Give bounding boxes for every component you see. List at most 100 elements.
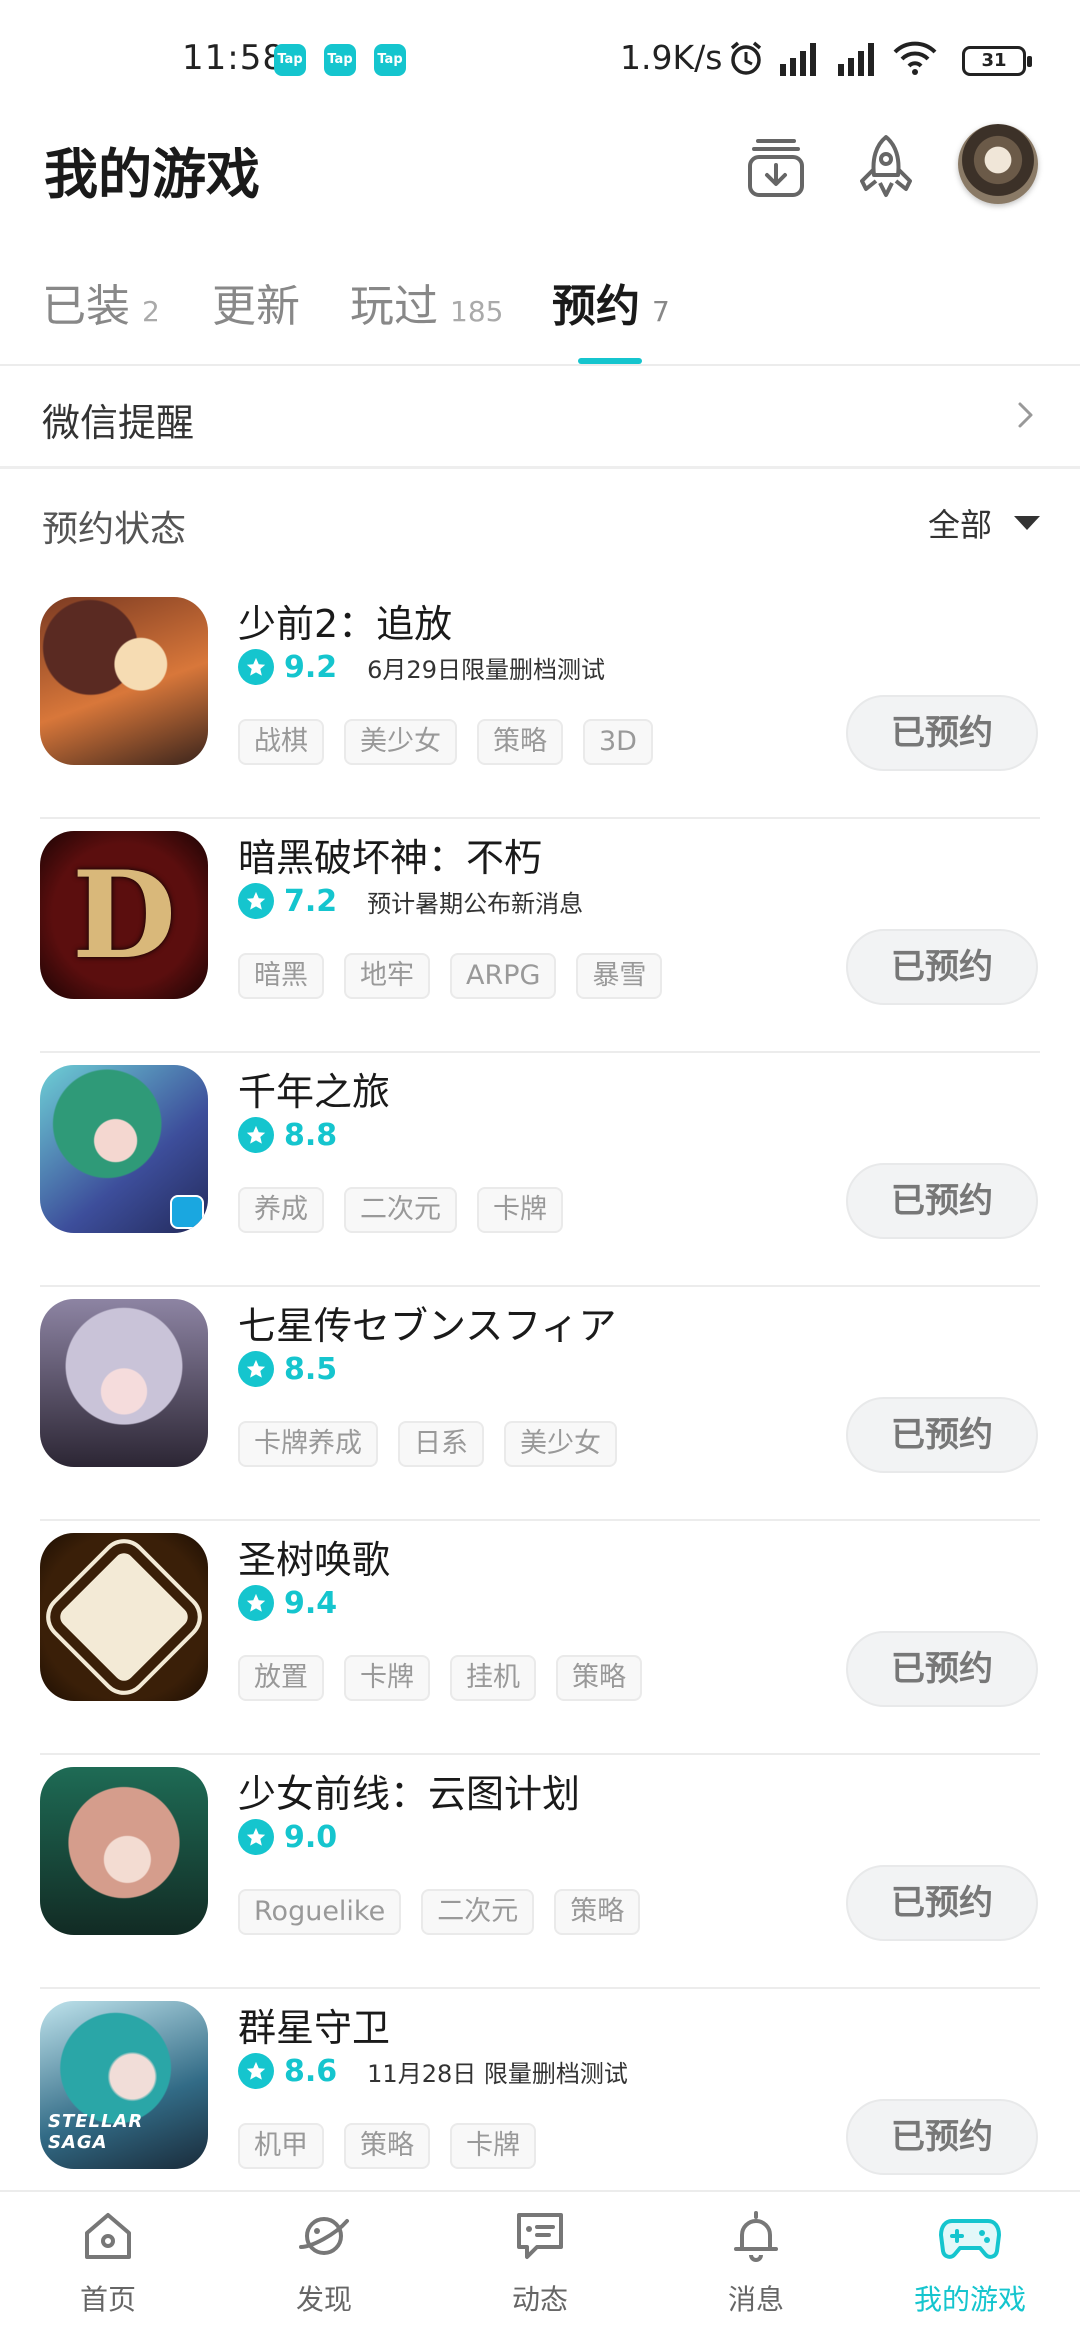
game-list-item[interactable]: 七星传セブンスフィア 8.5 卡牌养成 日系 美少女 已预约 [0,1287,1080,1521]
signal-icon [780,43,816,76]
tab-reserved[interactable]: 预约 7 [552,270,670,334]
game-tags: 卡牌养成 日系 美少女 [238,1421,617,1467]
nav-feed[interactable]: 动态 [480,2204,600,2318]
diablo-logo: D [71,844,177,986]
tag[interactable]: 养成 [238,1187,324,1233]
tag[interactable]: 策略 [556,1655,642,1701]
reserved-button[interactable]: 已预约 [846,2099,1038,2175]
wechat-reminder-row[interactable]: 微信提醒 [0,366,1080,466]
tag[interactable]: 策略 [344,2123,430,2169]
tag[interactable]: 卡牌 [450,2123,536,2169]
game-list-item[interactable]: D 暗黑破坏神：不朽 7.2 预计暑期公布新消息 暗黑 地牢 ARPG 暴雪 已… [0,819,1080,1053]
tag[interactable]: 卡牌 [477,1187,563,1233]
tag[interactable]: 暗黑 [238,953,324,999]
tag[interactable]: 美少女 [344,719,457,765]
tap-notification-icon: Tap [274,44,306,76]
game-list-item[interactable]: 圣树唤歌 9.4 放置 卡牌 挂机 策略 已预约 [0,1521,1080,1755]
reserved-button[interactable]: 已预约 [846,1397,1038,1473]
tag[interactable]: 暴雪 [576,953,663,999]
tab-count: 185 [450,295,504,328]
chat-icon [508,2204,572,2268]
game-name: 群星守卫 [238,2006,391,2050]
game-name: 圣树唤歌 [238,1538,391,1582]
tag[interactable]: 卡牌养成 [238,1421,378,1467]
game-tags: 养成 二次元 卡牌 [238,1187,563,1233]
status-time: 11:58 [182,38,285,78]
wechat-reminder-label: 微信提醒 [42,401,195,445]
reserved-button[interactable]: 已预约 [846,1865,1038,1941]
tab-label: 玩过 [350,281,438,332]
rating-value: 9.0 [284,1819,338,1855]
game-thumbnail[interactable] [40,1533,208,1701]
game-rating: 8.6 11月28日 限量删档测试 [238,2053,628,2089]
game-thumbnail[interactable] [40,597,208,765]
nav-label: 首页 [79,2283,136,2316]
tab-played[interactable]: 玩过 185 [350,270,503,334]
reserved-button[interactable]: 已预约 [846,1631,1038,1707]
reserved-button[interactable]: 已预约 [846,1163,1038,1239]
reserved-button[interactable]: 已预约 [846,929,1038,1005]
game-list-item[interactable]: STELLAR SAGA 群星守卫 8.6 11月28日 限量删档测试 机甲 策… [0,1989,1080,2223]
star-icon [238,1117,274,1153]
tap-notification-icon: Tap [374,44,406,76]
tag[interactable]: 挂机 [450,1655,536,1701]
stellar-saga-logo: STELLAR SAGA [48,2111,144,2153]
reserved-button[interactable]: 已预约 [846,695,1038,771]
tag[interactable]: 美少女 [504,1421,617,1467]
tag[interactable]: Roguelike [238,1889,402,1935]
tag[interactable]: 策略 [554,1889,641,1935]
release-note: 11月28日 限量删档测试 [367,2059,628,2088]
tag[interactable]: 卡牌 [344,1655,430,1701]
game-list-item[interactable]: 少前2：追放 9.2 6月29日限量删档测试 战棋 美少女 策略 3D 已预约 [0,585,1080,819]
reserved-game-list: 少前2：追放 9.2 6月29日限量删档测试 战棋 美少女 策略 3D 已预约 … [0,585,1080,2223]
game-list-item[interactable]: 千年之旅 8.8 养成 二次元 卡牌 已预约 [0,1053,1080,1287]
alarm-icon [730,41,762,75]
game-name: 少女前线：云图计划 [238,1772,581,1816]
game-name: 少前2：追放 [238,602,453,646]
tag[interactable]: 二次元 [344,1187,457,1233]
tag[interactable]: 日系 [398,1421,484,1467]
tab-count: 7 [652,295,670,328]
game-thumbnail[interactable]: D [40,831,208,999]
star-icon [238,649,274,685]
tab-installed[interactable]: 已装 2 [42,270,160,334]
game-thumbnail[interactable]: STELLAR SAGA [40,2001,208,2169]
tag[interactable]: 战棋 [238,719,324,765]
star-icon [238,2053,274,2089]
rating-value: 7.2 [284,883,338,919]
game-list-item[interactable]: 少女前线：云图计划 9.0 Roguelike 二次元 策略 已预约 [0,1755,1080,1989]
tag[interactable]: ARPG [450,953,557,999]
tag[interactable]: 放置 [238,1655,324,1701]
rating-value: 8.6 [284,2053,338,2089]
rating-value: 9.4 [284,1585,338,1621]
game-rating: 8.8 [238,1117,357,1153]
download-manager-button[interactable] [736,128,816,208]
caret-down-icon [1014,516,1040,530]
tag[interactable]: 地牢 [344,953,430,999]
tag[interactable]: 策略 [477,719,563,765]
status-icons [726,38,938,78]
game-name: 暗黑破坏神：不朽 [238,836,543,880]
tab-label: 已装 [42,281,130,332]
game-thumbnail[interactable] [40,1299,208,1467]
tag[interactable]: 3D [583,719,653,765]
tag[interactable]: 机甲 [238,2123,324,2169]
game-thumbnail[interactable] [40,1767,208,1935]
nav-my-games[interactable]: 我的游戏 [910,2204,1030,2318]
game-tags: 暗黑 地牢 ARPG 暴雪 [238,953,663,999]
nav-messages[interactable]: 消息 [696,2204,816,2318]
nav-home[interactable]: 首页 [48,2204,168,2318]
game-tags: 战棋 美少女 策略 3D [238,719,653,765]
status-bar: 11:58 Tap Tap Tap 1.9K/s 31 [0,0,1080,120]
download-manager-icon [748,139,804,197]
tag[interactable]: 二次元 [421,1889,535,1935]
game-tags: Roguelike 二次元 策略 [238,1889,641,1935]
nav-discover[interactable]: 发现 [264,2204,384,2318]
tab-updates[interactable]: 更新 [212,270,300,334]
rocket-button[interactable] [846,128,926,208]
nav-label: 动态 [511,2283,568,2316]
avatar[interactable] [958,124,1038,204]
status-filter-dropdown[interactable]: 全部 [928,500,1040,546]
game-rating: 9.4 [238,1585,357,1621]
game-thumbnail[interactable] [40,1065,208,1233]
